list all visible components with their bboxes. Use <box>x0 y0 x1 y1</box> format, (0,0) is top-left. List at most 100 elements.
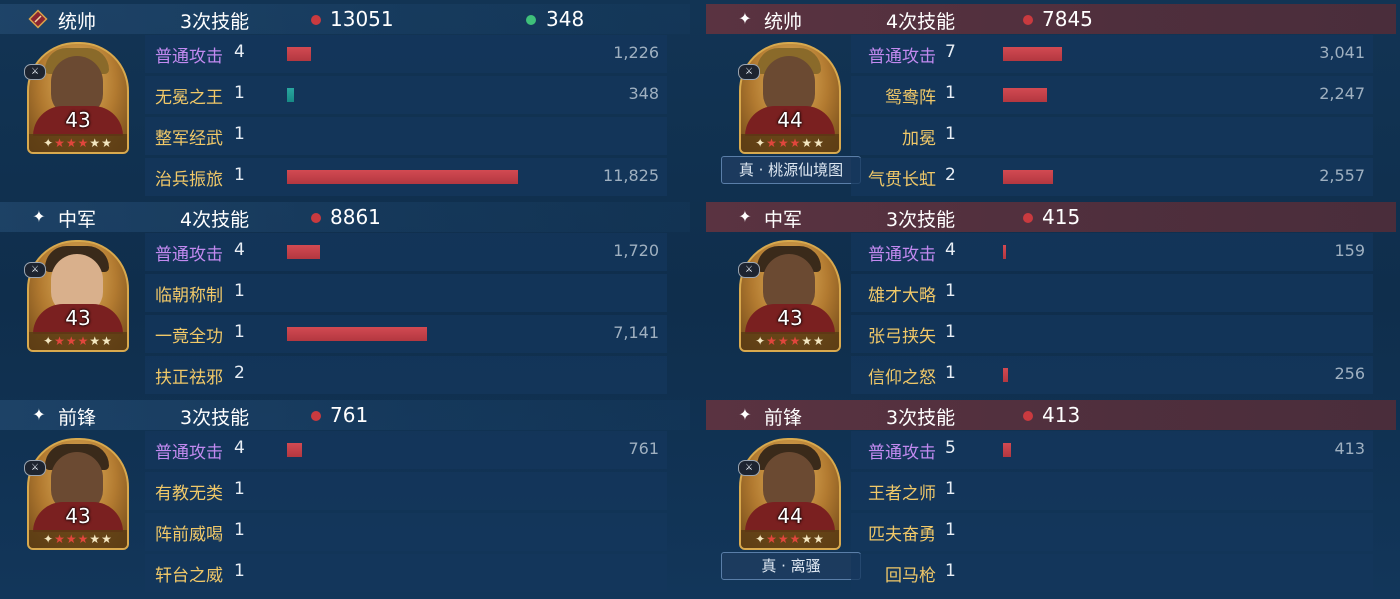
skill-level: 4 <box>234 240 245 260</box>
skill-level: 1 <box>945 479 956 499</box>
skill-name[interactable]: 张弓挟矢 <box>868 322 936 347</box>
skill-damage-value: 2,557 <box>1319 166 1365 185</box>
skill-count-label: 3次技能 <box>886 209 956 231</box>
skill-count-label: 3次技能 <box>180 11 250 33</box>
skill-damage-bar <box>287 170 518 184</box>
damage-dot-icon <box>1023 15 1033 25</box>
skill-name[interactable]: 回马枪 <box>885 561 936 586</box>
hero-portrait[interactable]: 43 ✦★★★★★ <box>27 438 129 550</box>
red-star-icon: ★★★ <box>54 136 90 150</box>
skill-count-label: 3次技能 <box>886 407 956 429</box>
skill-name[interactable]: 轩台之威 <box>155 561 223 586</box>
slot-header: 统帅 3次技能 13051 348 <box>0 4 690 34</box>
hero-portrait[interactable]: 43 ✦★★★★★ <box>27 240 129 352</box>
skill-row: 扶正祛邪 2 <box>145 356 667 394</box>
hero-star-rating: ✦★★★★★ <box>29 332 127 350</box>
skill-row: 有教无类 1 <box>145 472 667 510</box>
skill-name[interactable]: 气贯长虹 <box>868 165 936 190</box>
skill-damage-bar <box>287 88 294 102</box>
hero-portrait[interactable]: 44 ✦★★★★★ <box>739 438 841 550</box>
skill-row: 一竟全功 1 7,141 <box>145 315 667 353</box>
total-heal-value: 348 <box>546 7 585 31</box>
skill-level: 2 <box>945 165 956 185</box>
skill-level: 4 <box>945 240 956 260</box>
hero-star-rating: ✦★★★★★ <box>741 530 839 548</box>
skill-count-label: 3次技能 <box>180 407 250 429</box>
skill-damage-bar <box>1003 368 1008 382</box>
mount-badge-icon: ⚔ <box>24 262 46 278</box>
skill-level: 1 <box>234 561 245 581</box>
skill-row: 临朝称制 1 <box>145 274 667 312</box>
red-star-icon: ★★★ <box>54 334 90 348</box>
skill-name[interactable]: 普通攻击 <box>155 240 223 265</box>
slot-role-label: 中军 <box>764 209 803 231</box>
skill-name[interactable]: 无冕之王 <box>155 83 223 108</box>
skill-name[interactable]: 阵前威喝 <box>155 520 223 545</box>
skill-level: 1 <box>234 281 245 301</box>
total-damage-value: 761 <box>330 403 369 427</box>
hero-star-rating: ✦★★★★★ <box>29 134 127 152</box>
sparkle-icon: ✦ <box>32 207 46 226</box>
hero-level: 43 <box>65 108 91 132</box>
skill-name[interactable]: 加冕 <box>902 124 936 149</box>
sparkle-icon: ✦ <box>32 405 46 424</box>
team-slot-section: ✦ 中军 3次技能 415 43 ✦★★★★★ ⚔ 普通攻击 4 159 雄才大略 1 张弓挟矢 1 信仰之… <box>706 198 1396 396</box>
skill-row: 雄才大略 1 <box>851 274 1373 312</box>
skill-name[interactable]: 普通攻击 <box>155 42 223 67</box>
skill-level: 1 <box>945 281 956 301</box>
skill-row: 阵前威喝 1 <box>145 513 667 551</box>
treasure-label[interactable]: 真 · 离骚 <box>721 552 861 580</box>
sparkle-icon: ✦ <box>738 405 752 424</box>
team-slot-section: ✦ 统帅 4次技能 7845 44 ✦★★★★★ ⚔ 真 · 桃源仙境图 普通攻击 7 3,041 鸳… <box>706 0 1396 198</box>
skill-damage-value: 1,226 <box>613 43 659 62</box>
mount-badge-icon: ⚔ <box>738 262 760 278</box>
skill-damage-bar <box>1003 443 1011 457</box>
hero-portrait[interactable]: 43 ✦★★★★★ <box>739 240 841 352</box>
skill-row: 整军经武 1 <box>145 117 667 155</box>
slot-role-label: 统帅 <box>58 11 97 33</box>
skill-name[interactable]: 扶正祛邪 <box>155 363 223 388</box>
star-icon: ★★ <box>801 136 825 150</box>
team-slot-section: ✦ 前锋 3次技能 761 43 ✦★★★★★ ⚔ 普通攻击 4 761 有教无类 1 阵前威喝 1 轩台之… <box>0 396 690 594</box>
skill-name[interactable]: 鸳鸯阵 <box>885 83 936 108</box>
skill-name[interactable]: 临朝称制 <box>155 281 223 306</box>
skill-row: 张弓挟矢 1 <box>851 315 1373 353</box>
skill-name[interactable]: 普通攻击 <box>868 438 936 463</box>
hero-level: 44 <box>777 108 803 132</box>
hero-portrait[interactable]: 44 ✦★★★★★ <box>739 42 841 154</box>
skill-name[interactable]: 普通攻击 <box>868 240 936 265</box>
skill-row: 普通攻击 4 1,226 <box>145 35 667 73</box>
skill-name[interactable]: 整军经武 <box>155 124 223 149</box>
skill-name[interactable]: 一竟全功 <box>155 322 223 347</box>
skill-level: 1 <box>945 124 956 144</box>
skill-name[interactable]: 普通攻击 <box>868 42 936 67</box>
treasure-label[interactable]: 真 · 桃源仙境图 <box>721 156 861 184</box>
hero-star-rating: ✦★★★★★ <box>741 332 839 350</box>
skill-level: 1 <box>234 124 245 144</box>
hero-portrait[interactable]: 43 ✦★★★★★ <box>27 42 129 154</box>
skill-damage-value: 348 <box>628 84 659 103</box>
total-damage-value: 415 <box>1042 205 1081 229</box>
slot-header: ✦ 前锋 3次技能 761 <box>0 400 690 430</box>
skill-damage-value: 11,825 <box>603 166 659 185</box>
skill-name[interactable]: 王者之师 <box>868 479 936 504</box>
skill-damage-bar <box>1003 47 1062 61</box>
skill-row: 匹夫奋勇 1 <box>851 513 1373 551</box>
skill-name[interactable]: 治兵振旅 <box>155 165 223 190</box>
slot-header: ✦ 前锋 3次技能 413 <box>706 400 1396 430</box>
skill-name[interactable]: 有教无类 <box>155 479 223 504</box>
skill-row: 普通攻击 4 761 <box>145 431 667 469</box>
skill-level: 1 <box>945 322 956 342</box>
skill-name[interactable]: 普通攻击 <box>155 438 223 463</box>
slot-header: ✦ 中军 3次技能 415 <box>706 202 1396 232</box>
skill-level: 1 <box>945 561 956 581</box>
skill-damage-value: 1,720 <box>613 241 659 260</box>
red-star-icon: ★★★ <box>766 532 802 546</box>
skill-row: 普通攻击 4 159 <box>851 233 1373 271</box>
skill-name[interactable]: 信仰之怒 <box>868 363 936 388</box>
slot-header: ✦ 统帅 4次技能 7845 <box>706 4 1396 34</box>
skill-name[interactable]: 匹夫奋勇 <box>868 520 936 545</box>
star-icon: ★★ <box>801 334 825 348</box>
slot-role-label: 前锋 <box>764 407 803 429</box>
skill-name[interactable]: 雄才大略 <box>868 281 936 306</box>
